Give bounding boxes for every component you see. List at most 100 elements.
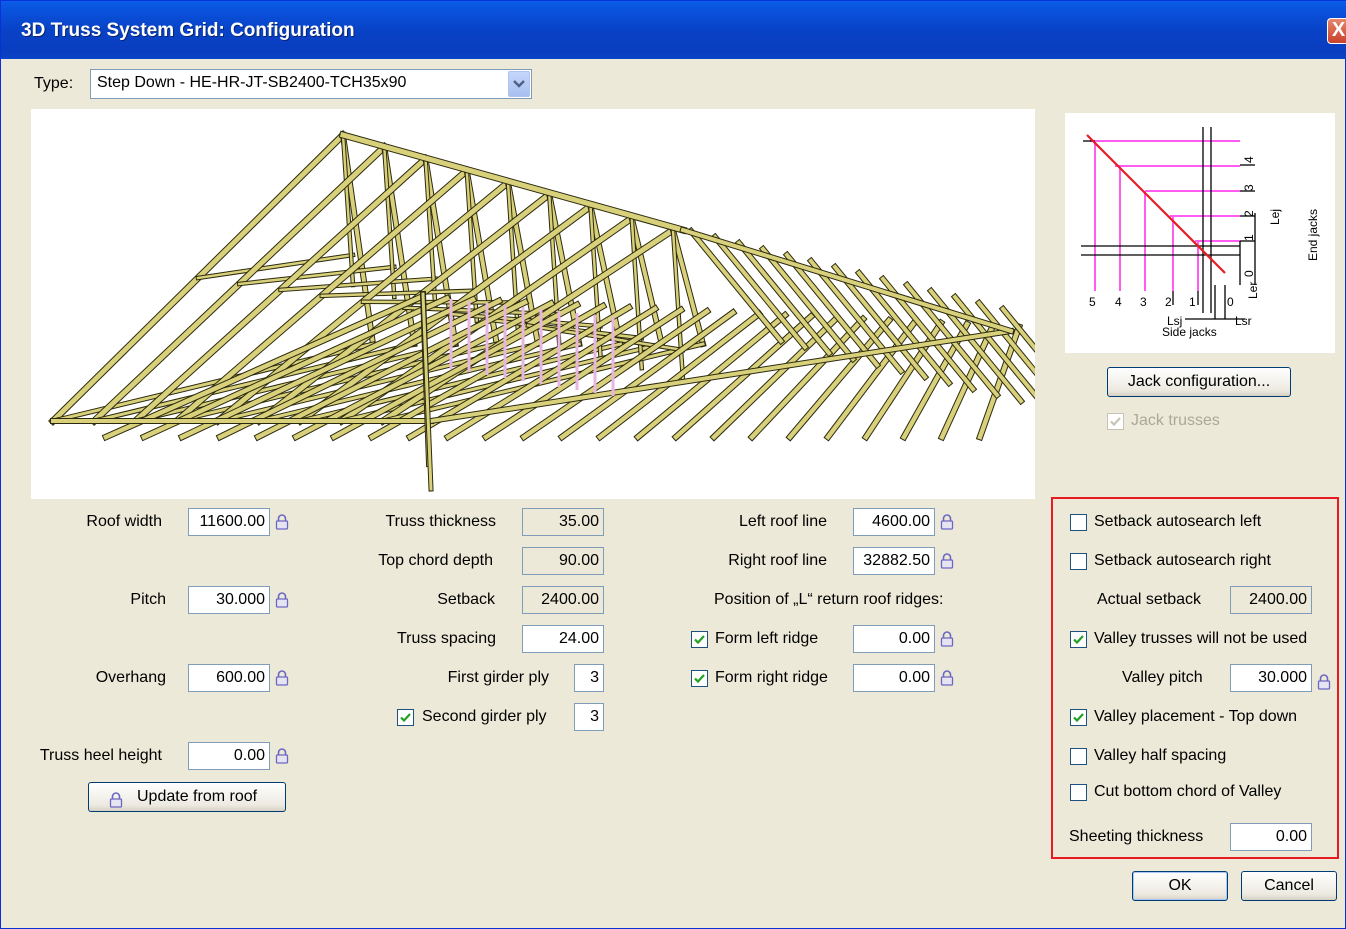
roof-width-label: Roof width — [86, 513, 162, 530]
valley-not-used-label: Valley trusses will not be used — [1094, 630, 1308, 647]
valley-top-down-label: Valley placement - Top down — [1094, 708, 1298, 725]
update-from-roof-label: Update from roof — [137, 788, 258, 805]
truss-members — [48, 130, 1098, 492]
l-return-ridges-label: Position of „L“ return roof ridges: — [714, 591, 944, 608]
window-title: 3D Truss System Grid: Configuration — [21, 20, 355, 41]
overhang-label: Overhang — [95, 669, 166, 686]
truss-heel-height-input[interactable]: 0.00 — [188, 742, 270, 770]
setback-autosearch-left-checkbox[interactable] — [1070, 514, 1087, 531]
jack-diagram: 5 4 3 2 1 0 Side jacks Lsj Lsr 4 3 2 1 0… — [1065, 113, 1335, 353]
jack-grid-lines — [1090, 140, 1240, 291]
type-dropdown-button[interactable] — [508, 71, 530, 97]
type-select-value: Step Down - HE-HR-JT-SB2400-TCH35x90 — [97, 74, 407, 91]
valley-half-spacing-label: Valley half spacing — [1094, 747, 1227, 764]
jack-setback-line — [1086, 134, 1226, 274]
truss-thickness-value: 35.00 — [522, 508, 604, 536]
side-tick-3: 3 — [1140, 295, 1147, 309]
right-roof-line-input[interactable]: 32882.50 — [853, 547, 935, 575]
jack-trusses-label: Jack trusses — [1131, 412, 1220, 429]
dialog-window: 3D Truss System Grid: Configuration X Ty… — [0, 0, 1346, 929]
top-chord-depth-label: Top chord depth — [378, 552, 493, 569]
valley-not-used-checkbox[interactable] — [1070, 631, 1087, 648]
roof-width-lock-icon[interactable] — [275, 514, 289, 530]
lej-label: Lej — [1268, 209, 1282, 225]
setback-value: 2400.00 — [522, 586, 604, 614]
check-icon — [1073, 635, 1084, 645]
left-roof-line-lock-icon[interactable] — [940, 514, 954, 530]
side-tick-4: 4 — [1115, 295, 1122, 309]
side-tick-1: 1 — [1189, 295, 1196, 309]
roof-width-input[interactable]: 11600.00 — [188, 508, 270, 536]
valley-pitch-lock-icon[interactable] — [1317, 674, 1331, 690]
end-tick-4: 4 — [1242, 156, 1256, 163]
form-left-ridge-input[interactable]: 0.00 — [853, 625, 935, 653]
end-tick-2: 2 — [1242, 210, 1256, 217]
sheeting-thickness-label: Sheeting thickness — [1069, 828, 1204, 845]
truss-heel-height-label: Truss heel height — [39, 747, 162, 764]
pitch-input[interactable]: 30.000 — [188, 586, 270, 614]
pitch-lock-icon[interactable] — [275, 592, 289, 608]
chevron-down-icon — [513, 80, 525, 88]
right-roof-line-label: Right roof line — [728, 552, 827, 569]
form-right-ridge-checkbox[interactable] — [691, 670, 708, 687]
lsr-label: Lsr — [1235, 314, 1252, 328]
second-girder-ply-checkbox[interactable] — [397, 709, 414, 726]
valley-pitch-input[interactable]: 30.000 — [1230, 664, 1312, 692]
jack-diagram-drawing: 5 4 3 2 1 0 Side jacks Lsj Lsr 4 3 2 1 0… — [1081, 127, 1320, 339]
sheeting-thickness-input[interactable]: 0.00 — [1230, 823, 1312, 851]
truss-spacing-input[interactable]: 24.00 — [522, 625, 604, 653]
truss-3d-preview[interactable] — [31, 109, 1098, 499]
second-girder-ply-label: Second girder ply — [422, 708, 547, 725]
check-icon — [1073, 713, 1084, 723]
overhang-input[interactable]: 600.00 — [188, 664, 270, 692]
ler-label: Ler — [1246, 282, 1260, 299]
lsj-label: Lsj — [1167, 314, 1182, 328]
form-right-ridge-label: Form right ridge — [715, 669, 828, 686]
end-tick-0: 0 — [1242, 270, 1256, 277]
cut-bottom-chord-label: Cut bottom chord of Valley — [1094, 783, 1282, 800]
left-roof-line-input[interactable]: 4600.00 — [853, 508, 935, 536]
end-tick-3: 3 — [1242, 184, 1256, 191]
valley-top-down-checkbox[interactable] — [1070, 709, 1087, 726]
valley-half-spacing-checkbox[interactable] — [1070, 748, 1087, 765]
left-roof-line-label: Left roof line — [738, 513, 827, 530]
setback-label: Setback — [437, 591, 495, 608]
overhang-lock-icon[interactable] — [275, 670, 289, 686]
title-bar[interactable]: 3D Truss System Grid: Configuration X — [1, 1, 1346, 59]
first-girder-ply-label: First girder ply — [447, 669, 549, 686]
setback-autosearch-right-label: Setback autosearch right — [1094, 552, 1271, 569]
first-girder-ply-input[interactable]: 3 — [574, 664, 604, 692]
second-girder-ply-input[interactable]: 3 — [574, 703, 604, 731]
lock-icon — [109, 790, 123, 818]
right-roof-line-lock-icon[interactable] — [940, 553, 954, 569]
setback-autosearch-left-label: Setback autosearch left — [1094, 513, 1262, 530]
actual-setback-value: 2400.00 — [1230, 586, 1312, 614]
truss-spacing-label: Truss spacing — [397, 630, 496, 647]
side-tick-2: 2 — [1165, 295, 1172, 309]
form-left-ridge-checkbox[interactable] — [691, 631, 708, 648]
ok-button[interactable]: OK — [1132, 871, 1228, 901]
setback-autosearch-right-checkbox[interactable] — [1070, 553, 1087, 570]
end-tick-1: 1 — [1242, 234, 1256, 241]
type-select[interactable]: Step Down - HE-HR-JT-SB2400-TCH35x90 — [90, 69, 532, 99]
heel-lock-icon[interactable] — [275, 748, 289, 764]
form-left-ridge-label: Form left ridge — [715, 630, 819, 647]
cut-bottom-chord-checkbox[interactable] — [1070, 784, 1087, 801]
truss-3d-drawing — [48, 130, 1098, 492]
cancel-button[interactable]: Cancel — [1241, 871, 1337, 901]
end-jacks-label: End jacks — [1306, 209, 1320, 261]
top-chord-depth-value: 90.00 — [522, 547, 604, 575]
side-tick-5: 5 — [1089, 295, 1096, 309]
check-icon — [694, 635, 705, 645]
pitch-label: Pitch — [130, 591, 166, 608]
form-right-ridge-lock-icon[interactable] — [940, 670, 954, 686]
valley-pitch-label: Valley pitch — [1122, 669, 1203, 686]
close-icon: X — [1331, 19, 1346, 41]
side-tick-0: 0 — [1227, 295, 1234, 309]
jack-configuration-button[interactable]: Jack configuration... — [1107, 367, 1291, 397]
update-from-roof-button[interactable]: Update from roof — [88, 782, 286, 812]
form-right-ridge-input[interactable]: 0.00 — [853, 664, 935, 692]
form-left-ridge-lock-icon[interactable] — [940, 631, 954, 647]
close-button[interactable]: X — [1327, 18, 1346, 44]
check-icon — [1110, 417, 1121, 427]
